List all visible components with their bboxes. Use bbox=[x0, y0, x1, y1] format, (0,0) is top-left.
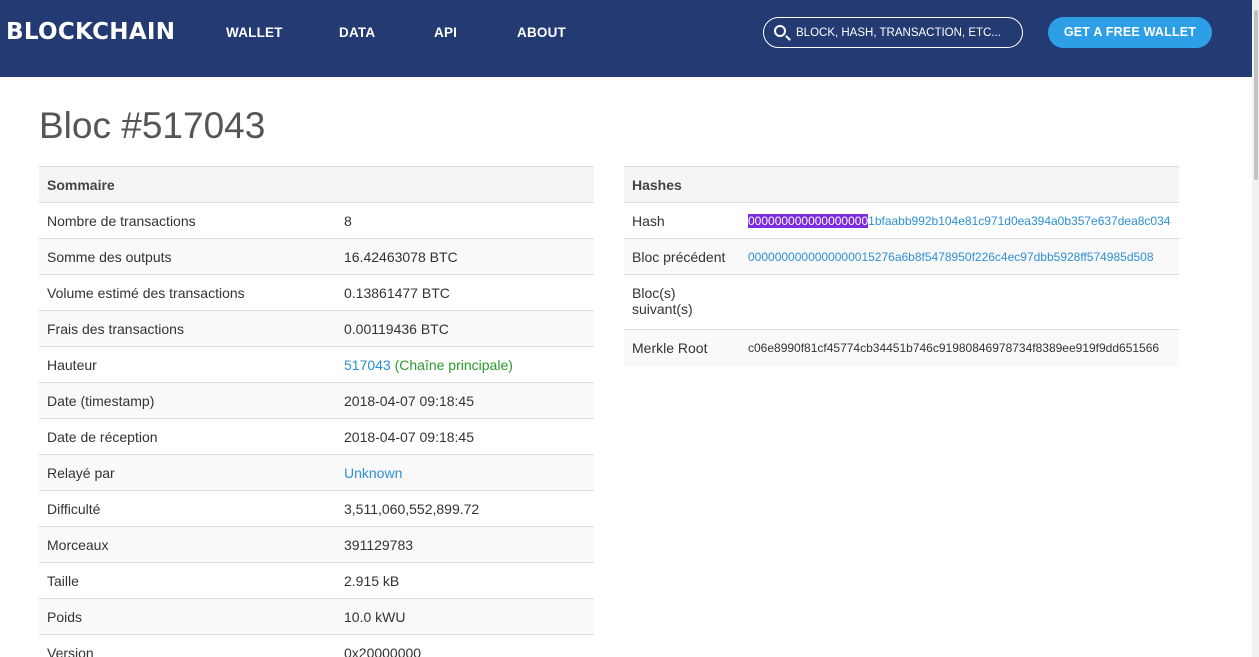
scrollbar-thumb[interactable] bbox=[1254, 10, 1258, 180]
row-label: Poids bbox=[39, 598, 336, 635]
row-label: Frais des transactions bbox=[39, 310, 336, 347]
prev-block-cell: 0000000000000000015276a6b8f5478950f226c4… bbox=[740, 238, 1179, 275]
table-row: Date de réception 2018-04-07 09:18:45 bbox=[39, 418, 594, 455]
row-label: Morceaux bbox=[39, 526, 336, 563]
next-block-label: Bloc(s) suivant(s) bbox=[624, 274, 740, 330]
prev-block-link[interactable]: 0000000000000000015276a6b8f5478950f226c4… bbox=[748, 250, 1154, 264]
table-row: Date (timestamp) 2018-04-07 09:18:45 bbox=[39, 382, 594, 419]
merkle-root-label: Merkle Root bbox=[624, 329, 740, 366]
row-label: Hauteur bbox=[39, 346, 336, 383]
table-row: Taille 2.915 kB bbox=[39, 562, 594, 599]
table-row: Poids 10.0 kWU bbox=[39, 598, 594, 635]
height-link[interactable]: 517043 bbox=[344, 357, 391, 373]
next-block-cell bbox=[740, 274, 1179, 330]
row-value: 0x20000000 bbox=[336, 634, 594, 657]
row-label: Version bbox=[39, 634, 336, 657]
nav-data[interactable]: DATA bbox=[339, 25, 375, 40]
table-row: Hauteur 517043 (Chaîne principale) bbox=[39, 346, 594, 383]
row-value: 2018-04-07 09:18:45 bbox=[336, 382, 594, 419]
get-free-wallet-button[interactable]: GET A FREE WALLET bbox=[1048, 17, 1212, 48]
hash-rest: 1bfaabb992b104e81c971d0ea394a0b357e637de… bbox=[868, 214, 1171, 228]
table-row: Version 0x20000000 bbox=[39, 634, 594, 657]
row-value: 8 bbox=[336, 202, 594, 239]
nav-about[interactable]: ABOUT bbox=[517, 25, 566, 40]
row-value: 2018-04-07 09:18:45 bbox=[336, 418, 594, 455]
page-title: Bloc #517043 bbox=[39, 105, 266, 146]
nav-api[interactable]: API bbox=[434, 25, 457, 40]
table-row: Bloc précédent 0000000000000000015276a6b… bbox=[624, 238, 1179, 275]
hash-label: Hash bbox=[624, 202, 740, 239]
search-box[interactable] bbox=[763, 17, 1023, 48]
relayed-by-cell: Unknown bbox=[336, 454, 594, 491]
summary-heading: Sommaire bbox=[39, 166, 594, 203]
hash-cell: 0000000000000000001bfaabb992b104e81c971d… bbox=[740, 202, 1179, 239]
row-label: Date (timestamp) bbox=[39, 382, 336, 419]
table-row: Difficulté 3,511,060,552,899.72 bbox=[39, 490, 594, 527]
row-label: Volume estimé des transactions bbox=[39, 274, 336, 311]
table-row: Nombre de transactions 8 bbox=[39, 202, 594, 239]
main-chain-label: (Chaîne principale) bbox=[394, 357, 513, 373]
table-row: Volume estimé des transactions 0.1386147… bbox=[39, 274, 594, 311]
table-row: Bloc(s) suivant(s) bbox=[624, 274, 1179, 330]
row-value: 0.00119436 BTC bbox=[336, 310, 594, 347]
merkle-root-value: c06e8990f81cf45774cb34451b746c9198084697… bbox=[740, 329, 1179, 366]
summary-table: Sommaire Nombre de transactions 8 Somme … bbox=[39, 166, 594, 657]
hashes-heading: Hashes bbox=[624, 166, 1179, 203]
hash-link[interactable]: 0000000000000000001bfaabb992b104e81c971d… bbox=[748, 214, 1170, 228]
table-row: Morceaux 391129783 bbox=[39, 526, 594, 563]
height-cell: 517043 (Chaîne principale) bbox=[336, 346, 594, 383]
row-value: 0.13861477 BTC bbox=[336, 274, 594, 311]
row-value: 2.915 kB bbox=[336, 562, 594, 599]
row-value: 10.0 kWU bbox=[336, 598, 594, 635]
table-row: Relayé par Unknown bbox=[39, 454, 594, 491]
row-label: Nombre de transactions bbox=[39, 202, 336, 239]
table-row: Frais des transactions 0.00119436 BTC bbox=[39, 310, 594, 347]
nav-wallet[interactable]: WALLET bbox=[226, 25, 283, 40]
relayed-by-link[interactable]: Unknown bbox=[344, 465, 402, 481]
search-input[interactable] bbox=[796, 18, 1018, 47]
row-value: 391129783 bbox=[336, 526, 594, 563]
top-navigation-bar: BLOCKCHAIN WALLET DATA API ABOUT GET A F… bbox=[0, 0, 1252, 77]
table-row: Merkle Root c06e8990f81cf45774cb34451b74… bbox=[624, 329, 1179, 366]
blockchain-logo[interactable]: BLOCKCHAIN bbox=[6, 19, 175, 45]
table-row: Hash 0000000000000000001bfaabb992b104e81… bbox=[624, 202, 1179, 239]
row-label: Date de réception bbox=[39, 418, 336, 455]
hashes-table: Hashes Hash 0000000000000000001bfaabb992… bbox=[624, 166, 1179, 366]
table-row: Somme des outputs 16.42463078 BTC bbox=[39, 238, 594, 275]
row-label: Taille bbox=[39, 562, 336, 599]
row-label: Difficulté bbox=[39, 490, 336, 527]
search-icon bbox=[774, 25, 786, 37]
prev-block-label: Bloc précédent bbox=[624, 238, 740, 275]
row-label: Somme des outputs bbox=[39, 238, 336, 275]
row-value: 3,511,060,552,899.72 bbox=[336, 490, 594, 527]
hash-highlight: 000000000000000000 bbox=[748, 214, 869, 228]
row-value: 16.42463078 BTC bbox=[336, 238, 594, 275]
row-label: Relayé par bbox=[39, 454, 336, 491]
